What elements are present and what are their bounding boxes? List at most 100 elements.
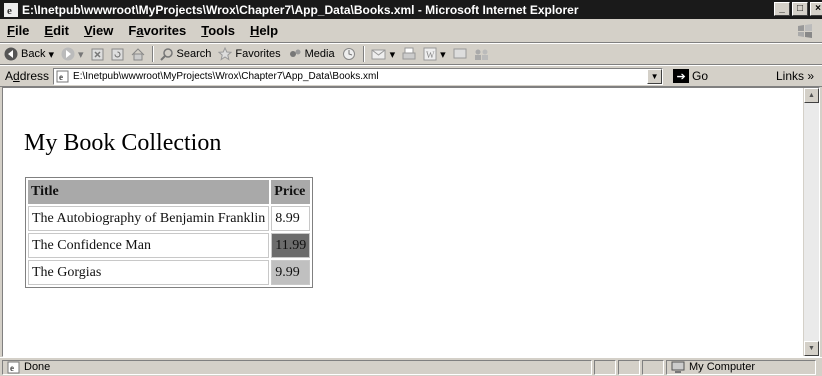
media-icon (289, 49, 301, 57)
status-panel (594, 359, 616, 375)
menu-tools[interactable]: Tools (201, 23, 235, 38)
table-row: The Confidence Man 11.99 (28, 233, 311, 258)
menu-help-hotkey: H (249, 23, 260, 38)
stop-button[interactable] (91, 48, 104, 61)
back-arrow-icon (4, 47, 18, 61)
scroll-up-icon: ▲ (808, 92, 815, 99)
menu-edit-hotkey: E (44, 23, 54, 38)
window-controls: _ □ × (774, 2, 822, 16)
status-panel (642, 359, 664, 375)
table-row: The Gorgias 9.99 (28, 260, 311, 285)
address-hotkey: d (13, 69, 20, 83)
book-price-cell: 9.99 (271, 260, 311, 285)
table-header-row: Title Price (28, 180, 311, 204)
status-text: Done (24, 361, 51, 373)
book-title-cell: The Autobiography of Benjamin Franklin (28, 206, 270, 231)
svg-text:W: W (426, 50, 435, 60)
discuss-button[interactable] (453, 47, 467, 61)
go-label: Go (692, 69, 709, 83)
menu-edit[interactable]: Edit (44, 23, 69, 38)
menu-bar: File Edit View Favorites Tools Help (0, 19, 822, 43)
go-arrow-icon: ➔ (673, 69, 690, 83)
menu-edit-label: dit (53, 23, 69, 38)
book-price-cell: 8.99 (271, 206, 311, 231)
windows-logo-icon (798, 24, 812, 38)
menu-view-label: iew (92, 23, 114, 38)
menu-file[interactable]: File (7, 23, 29, 38)
maximize-button[interactable]: □ (792, 2, 808, 16)
edit-dropdown-icon: ▾ (440, 48, 446, 61)
links-button[interactable]: Links » (776, 69, 814, 83)
close-button[interactable]: × (810, 2, 822, 16)
forward-dropdown-icon: ▾ (78, 48, 84, 61)
book-price-cell: 11.99 (271, 233, 311, 258)
browser-window: e E:\Inetpub\wwwroot\MyProjects\Wrox\Cha… (0, 0, 822, 376)
scroll-down-button[interactable]: ▼ (804, 341, 819, 356)
page-content: My Book Collection Title Price The Autob… (2, 87, 820, 357)
address-bar: Address e E:\Inetpub\wwwroot\MyProjects\… (0, 65, 822, 87)
toolbar-separator (362, 46, 365, 62)
scroll-up-button[interactable]: ▲ (804, 88, 819, 103)
print-icon (402, 47, 416, 60)
security-zone-panel: My Computer (666, 359, 816, 375)
messenger-icon (474, 49, 488, 60)
status-main-panel: e Done (2, 359, 592, 375)
chevron-down-icon: ▼ (650, 71, 659, 81)
window-title: E:\Inetpub\wwwroot\MyProjects\Wrox\Chapt… (22, 2, 579, 17)
back-dropdown-icon: ▾ (48, 48, 54, 61)
favorites-button[interactable]: Favorites (218, 47, 281, 61)
books-table: Title Price The Autobiography of Benjami… (25, 177, 314, 288)
favorites-label: Favorites (235, 48, 281, 60)
menu-favorites[interactable]: Favorites (128, 23, 186, 38)
print-button[interactable] (402, 47, 416, 61)
table-row: The Autobiography of Benjamin Franklin 8… (28, 206, 311, 231)
page-icon: e (56, 70, 69, 82)
mail-button[interactable]: ▾ (371, 48, 396, 61)
address-input[interactable]: e E:\Inetpub\wwwroot\MyProjects\Wrox\Cha… (53, 67, 664, 85)
history-icon (342, 48, 355, 60)
ie-icon: e (4, 2, 18, 17)
menu-favorites-label: vorites (143, 23, 187, 38)
history-button[interactable] (342, 47, 356, 61)
search-icon (159, 48, 173, 61)
forward-arrow-icon (61, 47, 75, 61)
messenger-button[interactable] (474, 47, 490, 61)
toolbar-separator (151, 46, 154, 62)
minimize-button[interactable]: _ (774, 2, 790, 16)
media-label: Media (304, 48, 335, 60)
go-button[interactable]: ➔ Go (673, 69, 708, 83)
media-button[interactable]: Media (288, 47, 335, 61)
back-button[interactable]: Back ▾ (4, 47, 54, 61)
search-button[interactable]: Search (159, 47, 212, 61)
search-label: Search (176, 48, 212, 60)
standard-toolbar: Back ▾ ▾ Search Favorites Media ▾ W ▾ (0, 43, 822, 65)
menu-view[interactable]: View (84, 23, 113, 38)
computer-icon (671, 361, 685, 373)
refresh-icon (111, 48, 124, 60)
book-title-cell: The Gorgias (28, 260, 270, 285)
minimize-icon: _ (779, 3, 785, 14)
vertical-scrollbar[interactable]: ▲ ▼ (803, 88, 819, 356)
forward-button[interactable]: ▾ (61, 47, 84, 61)
mail-dropdown-icon: ▾ (389, 48, 396, 61)
address-dropdown-button[interactable]: ▼ (647, 68, 663, 84)
address-url: E:\Inetpub\wwwroot\MyProjects\Wrox\Chapt… (73, 70, 379, 82)
column-header-title: Title (28, 180, 270, 204)
home-button[interactable] (131, 47, 145, 61)
page-heading: My Book Collection (24, 130, 222, 156)
book-title-cell: The Confidence Man (28, 233, 270, 258)
word-icon: W (423, 47, 437, 61)
menu-favorites-hotkey: a (136, 23, 144, 38)
svg-text:e: e (7, 5, 12, 17)
svg-text:e: e (59, 72, 63, 82)
menu-help-label: elp (259, 23, 279, 38)
close-icon: × (815, 3, 821, 14)
page-done-icon: e (7, 361, 20, 373)
svg-text:e: e (10, 363, 14, 373)
maximize-icon: □ (796, 3, 804, 14)
edit-button[interactable]: W ▾ (423, 47, 446, 61)
menu-file-label: ile (14, 23, 30, 38)
title-bar[interactable]: e E:\Inetpub\wwwroot\MyProjects\Wrox\Cha… (0, 0, 822, 19)
refresh-button[interactable] (111, 48, 124, 61)
menu-help[interactable]: Help (250, 23, 278, 38)
